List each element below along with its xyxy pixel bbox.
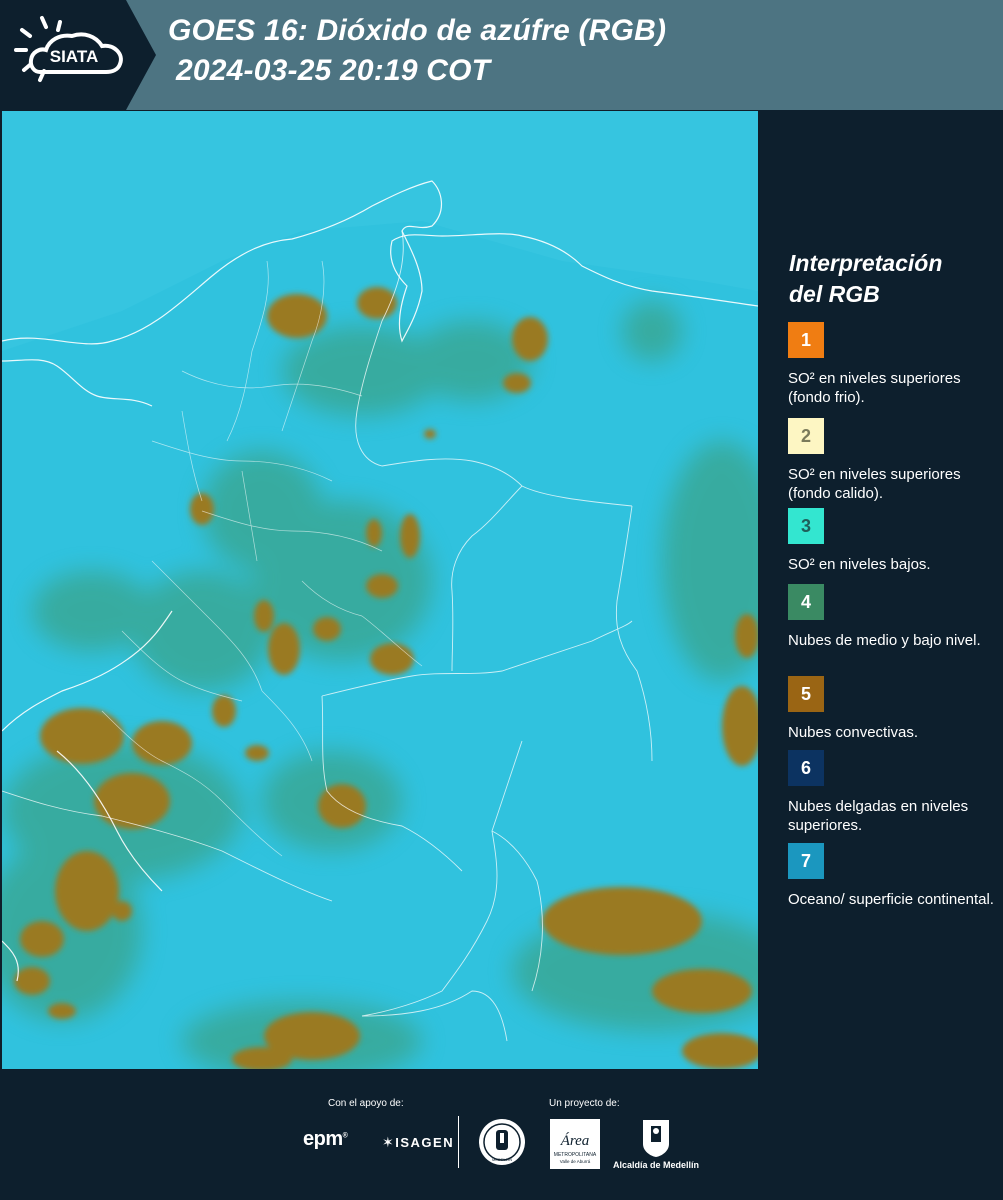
header-bar: SIATA GOES 16: Dióxido de azúfre (RGB) 2… [0, 0, 1003, 110]
seal-text: MEDELLÍN [492, 1157, 512, 1162]
legend-item-6: 6 Nubes delgadas en niveles superiores. [788, 750, 998, 835]
legend-label-4: Nubes de medio y bajo nivel. [788, 632, 981, 649]
area-metro-sub1: METROPOLITANA [554, 1152, 597, 1158]
project-label: Un proyecto de: [549, 1098, 620, 1109]
legend-number-2: 2 [800, 425, 811, 446]
legend-panel: Interpretación del RGB 1 SO² en niveles … [760, 110, 1003, 1070]
footer-divider [458, 1116, 459, 1168]
medellin-seal-icon: MEDELLÍN [479, 1119, 525, 1165]
satellite-map-svg [2, 111, 758, 1069]
legend-label-7: Oceano/ superficie continental. [788, 891, 994, 908]
isagen-star-icon: ✶ [382, 1134, 396, 1150]
legend-swatch-6: 6 [788, 750, 824, 786]
epm-logo: epm® [303, 1128, 348, 1150]
area-metro-name: Área [560, 1132, 590, 1149]
legend-swatch-5: 5 [788, 676, 824, 712]
logo-background: SIATA [0, 0, 156, 110]
siata-logo: SIATA [0, 0, 160, 110]
page-title: GOES 16: Dióxido de azúfre (RGB) [168, 14, 667, 47]
legend-label-5: Nubes convectivas. [788, 724, 919, 741]
legend-label-3: SO² en niveles bajos. [788, 556, 931, 573]
legend-item-2: 2 SO² en niveles superiores (fondo calid… [788, 418, 998, 503]
area-metropolitana-logo: Área METROPOLITANA Valle de Aburrá [550, 1119, 600, 1169]
legend-item-4: 4 Nubes de medio y bajo nivel. [788, 584, 998, 650]
legend-number-6: 6 [800, 757, 811, 778]
legend-number-5: 5 [800, 683, 811, 704]
legend-title-line2: del RGB [789, 281, 880, 307]
logo-text: SIATA [50, 47, 98, 66]
alcaldia-label: Alcaldía de Medellín [613, 1160, 700, 1170]
legend-title-line1: Interpretación [789, 250, 943, 276]
legend-item-1: 1 SO² en niveles superiores (fondo frio)… [788, 322, 998, 407]
legend-swatch-1: 1 [788, 322, 824, 358]
isagen-logo-text: ISAGEN [395, 1135, 455, 1150]
legend-label-6: Nubes delgadas en niveles superiores. [788, 798, 969, 834]
alcaldia-crest-icon [643, 1120, 669, 1157]
page-timestamp: 2024-03-25 20:19 COT [176, 54, 491, 87]
legend-item-7: 7 Oceano/ superficie continental. [788, 843, 998, 909]
area-metro-sub2: Valle de Aburrá [560, 1159, 591, 1164]
footer-bar: Con el apoyo de: Un proyecto de: epm® ✶I… [0, 1070, 1003, 1200]
legend-number-3: 3 [800, 515, 811, 536]
satellite-map [2, 111, 758, 1069]
legend-number-1: 1 [800, 329, 811, 350]
legend-swatch-2: 2 [788, 418, 824, 454]
legend-label-1: SO² en niveles superiores (fondo frio). [788, 370, 961, 406]
legend-swatch-4: 4 [788, 584, 824, 620]
legend-number-7: 7 [800, 850, 811, 871]
epm-logo-text: epm [303, 1128, 343, 1150]
legend-item-3: 3 SO² en niveles bajos. [788, 508, 998, 574]
isagen-logo: ✶ISAGEN [382, 1134, 454, 1151]
legend-swatch-7: 7 [788, 843, 824, 879]
legend-title: Interpretación del RGB [789, 248, 999, 310]
legend-label-2: SO² en niveles superiores (fondo calido)… [788, 466, 961, 502]
legend-item-5: 5 Nubes convectivas. [788, 676, 998, 742]
legend-swatch-3: 3 [788, 508, 824, 544]
support-label: Con el apoyo de: [328, 1098, 404, 1109]
legend-number-4: 4 [800, 591, 811, 612]
